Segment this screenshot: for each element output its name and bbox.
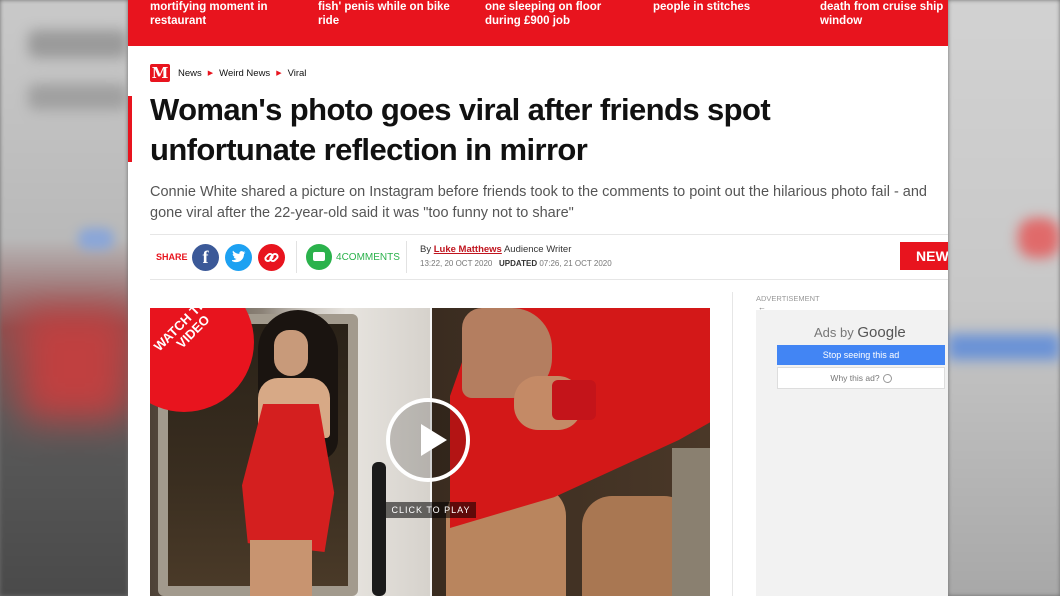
trending-link[interactable]: mortifying moment in restaurant	[150, 0, 300, 28]
why-this-ad-button[interactable]: Why this ad?	[777, 367, 945, 389]
background-right-blur	[948, 0, 1060, 596]
divider	[732, 292, 733, 596]
video-player[interactable]: WATCH THE VIDEO CLICK TO PLAY	[150, 308, 710, 596]
blurred-shape	[1018, 218, 1060, 258]
blurred-shape	[22, 310, 128, 420]
stop-seeing-ad-button[interactable]: Stop seeing this ad	[777, 345, 945, 365]
trending-link[interactable]: fish' penis while on bike ride	[318, 0, 468, 28]
blurred-text	[28, 84, 128, 110]
mirror-logo[interactable]: M	[150, 64, 170, 82]
updated-time: 07:26, 21 OCT 2020	[539, 259, 612, 268]
headline-accent-bar	[128, 96, 132, 162]
trending-strip: mortifying moment in restaurant fish' pe…	[128, 0, 948, 46]
photo-phone	[552, 380, 596, 420]
chevron-right-icon: ▶	[207, 70, 214, 77]
trending-link[interactable]: death from cruise ship window	[820, 0, 948, 28]
timestamps: 13:22, 20 OCT 2020 UPDATED 07:26, 21 OCT…	[420, 259, 612, 268]
why-this-ad-label: Why this ad?	[830, 373, 880, 383]
background-left-blur	[0, 0, 128, 596]
photo-legs	[250, 540, 312, 596]
share-bar: SHARE f 4COMMENTS By Luke Matthews Audie…	[150, 234, 948, 280]
article-standfirst: Connie White shared a picture on Instagr…	[150, 184, 927, 221]
photo-mirror-edge	[672, 448, 710, 596]
blurred-shape	[78, 228, 114, 250]
divider	[406, 241, 407, 273]
breadcrumb-news[interactable]: News	[178, 68, 202, 79]
news-button[interactable]: NEWS	[900, 242, 948, 270]
breadcrumb-weird-news[interactable]: Weird News	[219, 68, 270, 79]
comments-link[interactable]: 4COMMENTS	[336, 252, 400, 263]
advertisement-label: ADVERTISEMENT	[756, 294, 820, 303]
ads-by-google: Ads by Google	[814, 324, 906, 341]
breadcrumb: M News ▶ Weird News ▶ Viral	[150, 64, 306, 82]
video-frame-right	[432, 308, 710, 596]
breadcrumb-viral[interactable]: Viral	[288, 68, 307, 79]
article-page: mortifying moment in restaurant fish' pe…	[128, 0, 948, 596]
ad-panel: Ads by Google Stop seeing this ad Why th…	[756, 310, 948, 596]
byline-by: By	[420, 244, 432, 255]
twitter-icon[interactable]	[225, 244, 252, 271]
comment-icon[interactable]	[306, 244, 332, 270]
blurred-text	[28, 30, 128, 58]
ads-by-label: Ads by	[814, 325, 854, 340]
sidebar-ad: ADVERTISEMENT ← Ads by Google Stop seein…	[756, 292, 948, 596]
info-icon	[882, 374, 892, 384]
google-wordmark: Google	[857, 324, 906, 341]
byline: By Luke Matthews Audience Writer	[420, 244, 571, 255]
comments-label: COMMENTS	[341, 252, 400, 263]
updated-label: UPDATED	[499, 259, 538, 268]
photo-face	[274, 330, 308, 376]
blurred-shape	[948, 334, 1060, 360]
link-icon[interactable]	[258, 244, 285, 271]
author-role: Audience Writer	[503, 244, 572, 255]
page-title: Woman's photo goes viral after friends s…	[150, 92, 771, 167]
chevron-right-icon: ▶	[276, 70, 282, 77]
divider	[296, 241, 297, 273]
trending-link[interactable]: people in stitches	[653, 0, 803, 14]
trending-link[interactable]: one sleeping on floor during £900 job	[485, 0, 635, 28]
play-icon[interactable]	[386, 398, 470, 482]
published-time: 13:22, 20 OCT 2020	[420, 259, 493, 268]
facebook-icon[interactable]: f	[192, 244, 219, 271]
photo-candle-stand	[372, 462, 386, 596]
share-label: SHARE	[156, 252, 188, 262]
author-link[interactable]: Luke Matthews	[434, 244, 502, 255]
click-to-play-label[interactable]: CLICK TO PLAY	[386, 502, 476, 518]
